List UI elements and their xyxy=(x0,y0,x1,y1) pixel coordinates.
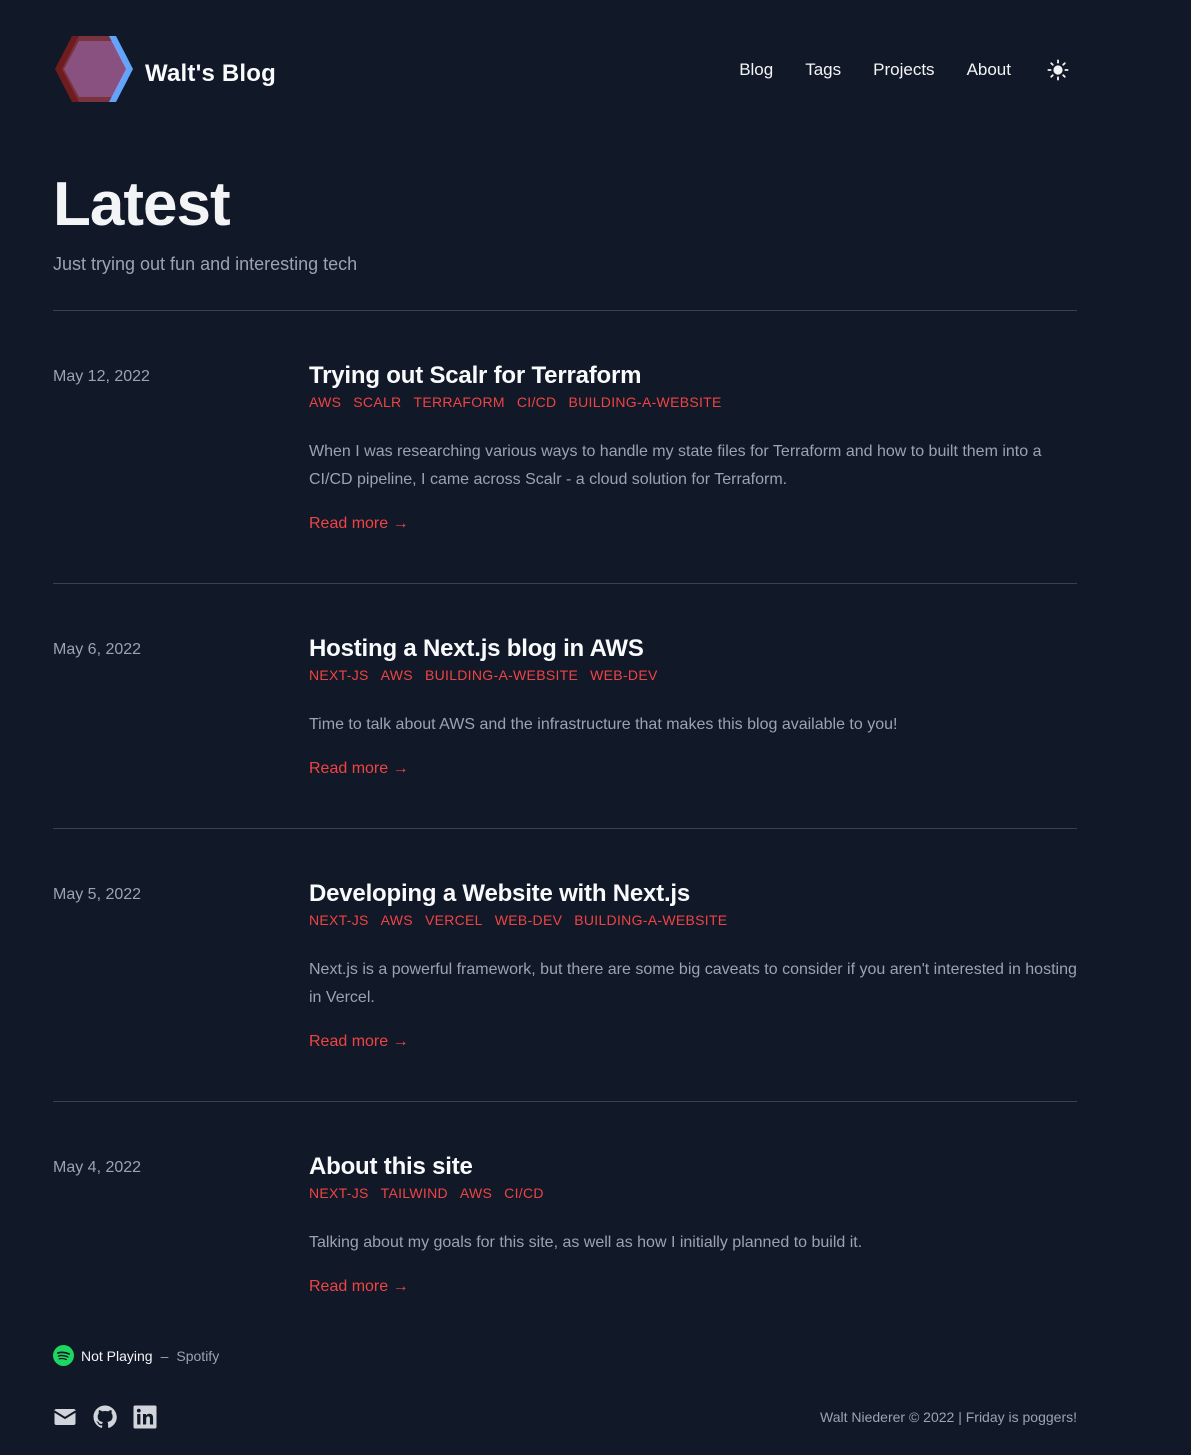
site-header: Walt's Blog Blog Tags Projects About xyxy=(53,0,1077,140)
post-tags: AWS SCALR TERRAFORM CI/CD BUILDING-A-WEB… xyxy=(309,393,1077,411)
post-summary: Talking about my goals for this site, as… xyxy=(309,1234,863,1251)
now-playing: Not Playing – Spotify xyxy=(53,1345,219,1366)
tag-link[interactable]: VERCEL xyxy=(425,911,483,929)
post-title[interactable]: Developing a Website with Next.js xyxy=(309,879,1077,909)
tag-link[interactable]: TAILWIND xyxy=(381,1184,448,1202)
post-title[interactable]: Hosting a Next.js blog in AWS xyxy=(309,634,1077,664)
post-date: May 12, 2022 xyxy=(53,368,150,385)
tag-link[interactable]: BUILDING-A-WEBSITE xyxy=(574,911,727,929)
tag-link[interactable]: CI/CD xyxy=(504,1184,544,1202)
post-item: May 5, 2022 Developing a Website with Ne… xyxy=(53,829,1077,1102)
post-date: May 6, 2022 xyxy=(53,641,142,658)
tag-link[interactable]: NEXT-JS xyxy=(309,1184,369,1202)
tag-link[interactable]: AWS xyxy=(309,393,341,411)
tag-link[interactable]: TERRAFORM xyxy=(413,393,504,411)
sun-icon[interactable] xyxy=(1047,59,1069,81)
post-item: May 12, 2022 Trying out Scalr for Terraf… xyxy=(53,311,1077,584)
logo-hexagon-icon[interactable] xyxy=(53,34,135,104)
github-icon[interactable] xyxy=(93,1405,117,1429)
tag-link[interactable]: AWS xyxy=(381,666,413,684)
site-title[interactable]: Walt's Blog xyxy=(145,60,276,88)
social-links xyxy=(53,1405,173,1429)
post-tags: NEXT-JS TAILWIND AWS CI/CD xyxy=(309,1184,1077,1202)
post-tags: NEXT-JS AWS VERCEL WEB-DEV BUILDING-A-WE… xyxy=(309,911,1077,929)
tag-link[interactable]: WEB-DEV xyxy=(590,666,657,684)
mail-icon[interactable] xyxy=(53,1405,77,1429)
post-title[interactable]: Trying out Scalr for Terraform xyxy=(309,361,1077,391)
post-body: Trying out Scalr for Terraform AWS SCALR… xyxy=(309,361,1077,536)
post-summary: When I was researching various ways to h… xyxy=(309,443,1042,488)
nav-projects[interactable]: Projects xyxy=(873,58,934,82)
tag-link[interactable]: SCALR xyxy=(353,393,401,411)
post-title[interactable]: About this site xyxy=(309,1152,1077,1182)
post-date: May 4, 2022 xyxy=(53,1159,142,1176)
page-subtitle: Just trying out fun and interesting tech xyxy=(53,254,358,274)
tag-link[interactable]: CI/CD xyxy=(517,393,557,411)
post-summary: Next.js is a powerful framework, but the… xyxy=(309,961,1077,1006)
main-nav: Blog Tags Projects About xyxy=(739,58,1077,82)
post-body: About this site NEXT-JS TAILWIND AWS CI/… xyxy=(309,1152,1077,1299)
post-body: Developing a Website with Next.js NEXT-J… xyxy=(309,879,1077,1054)
tag-link[interactable]: NEXT-JS xyxy=(309,666,369,684)
read-more-link[interactable]: Read more → xyxy=(309,512,409,536)
now-playing-status: Not Playing xyxy=(81,1347,153,1364)
tag-link[interactable]: NEXT-JS xyxy=(309,911,369,929)
nav-blog[interactable]: Blog xyxy=(739,58,773,82)
read-more-link[interactable]: Read more → xyxy=(309,1030,409,1054)
spotify-label: Spotify xyxy=(176,1347,220,1364)
page-title: Latest xyxy=(53,170,231,239)
tag-link[interactable]: BUILDING-A-WEBSITE xyxy=(568,393,721,411)
post-item: May 4, 2022 About this site NEXT-JS TAIL… xyxy=(53,1102,1077,1332)
post-tags: NEXT-JS AWS BUILDING-A-WEBSITE WEB-DEV xyxy=(309,666,1077,684)
linkedin-icon[interactable] xyxy=(133,1405,157,1429)
tag-link[interactable]: AWS xyxy=(460,1184,492,1202)
read-more-link[interactable]: Read more → xyxy=(309,1275,409,1299)
post-item: May 6, 2022 Hosting a Next.js blog in AW… xyxy=(53,584,1077,829)
tag-link[interactable]: AWS xyxy=(381,911,413,929)
post-body: Hosting a Next.js blog in AWS NEXT-JS AW… xyxy=(309,634,1077,781)
hero-section: Latest Just trying out fun and interesti… xyxy=(53,140,1077,311)
copyright-text: Walt Niederer © 2022 | Friday is poggers… xyxy=(820,1409,1077,1425)
post-summary: Time to talk about AWS and the infrastru… xyxy=(309,716,898,733)
tag-link[interactable]: BUILDING-A-WEBSITE xyxy=(425,666,578,684)
page-container: Walt's Blog Blog Tags Projects About Lat… xyxy=(53,0,1077,1429)
tag-link[interactable]: WEB-DEV xyxy=(495,911,562,929)
post-date: May 5, 2022 xyxy=(53,886,142,903)
read-more-link[interactable]: Read more → xyxy=(309,757,409,781)
separator-dash: – xyxy=(160,1347,169,1364)
nav-tags[interactable]: Tags xyxy=(805,58,841,82)
spotify-icon xyxy=(53,1345,74,1366)
nav-about[interactable]: About xyxy=(967,58,1011,82)
